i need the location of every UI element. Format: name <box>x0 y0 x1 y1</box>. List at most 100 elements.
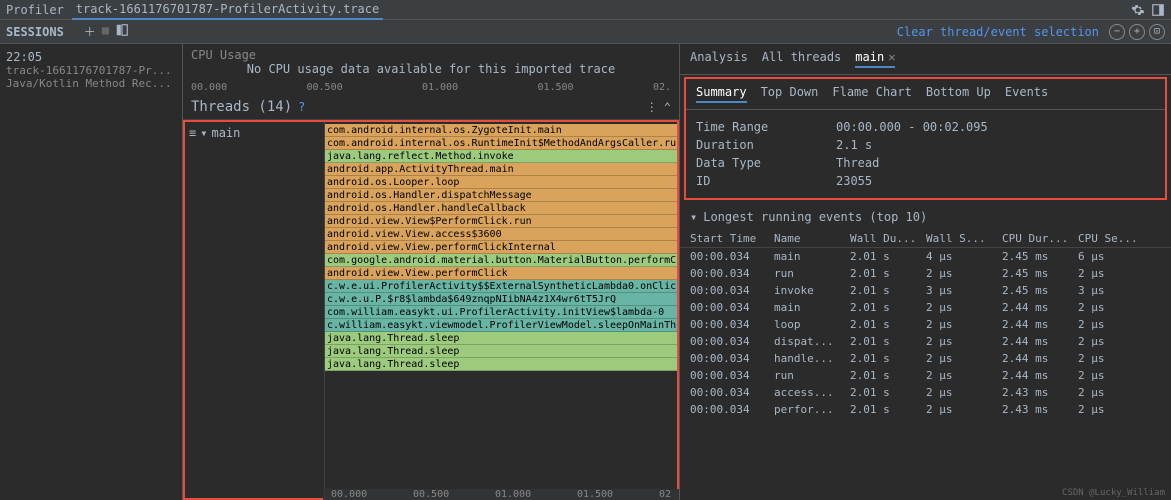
close-icon[interactable]: ✕ <box>888 50 895 64</box>
stack-frame[interactable]: java.lang.Thread.sleep <box>325 332 677 345</box>
stack-frame[interactable]: com.william.easykt.ui.ProfilerActivity.i… <box>325 306 677 319</box>
summary-row: Data TypeThread <box>696 154 1155 172</box>
event-cell: 00:00.034 <box>690 386 770 399</box>
stack-frame[interactable]: android.os.Handler.dispatchMessage <box>325 189 677 202</box>
subtab-top-down[interactable]: Top Down <box>761 85 819 103</box>
events-col-header[interactable]: Name <box>774 232 846 245</box>
summary-key: Time Range <box>696 120 836 134</box>
stack-frame[interactable]: c.w.e.u.P.$r8$lambda$649znqpNIibNA4z1X4w… <box>325 293 677 306</box>
clear-selection-link[interactable]: Clear thread/event selection <box>897 25 1099 39</box>
event-row[interactable]: 00:00.034dispat...2.01 s2 μs2.44 ms2 μs <box>680 333 1171 350</box>
summary-key: ID <box>696 174 836 188</box>
trace-panel: CPU Usage No CPU usage data available fo… <box>183 44 680 500</box>
thread-name-main[interactable]: main <box>211 126 240 140</box>
event-row[interactable]: 00:00.034handle...2.01 s2 μs2.44 ms2 μs <box>680 350 1171 367</box>
stack-frame[interactable]: android.app.ActivityThread.main <box>325 163 677 176</box>
subtab-flame-chart[interactable]: Flame Chart <box>832 85 911 103</box>
ruler-tick: 01.000 <box>495 489 531 500</box>
event-cell: main <box>774 301 846 314</box>
event-cell: 00:00.034 <box>690 284 770 297</box>
event-cell: 00:00.034 <box>690 335 770 348</box>
chevron-down-icon[interactable]: ▾ <box>200 126 207 140</box>
event-row[interactable]: 00:00.034perfor...2.01 s2 μs2.43 ms2 μs <box>680 401 1171 418</box>
ruler-tick: 02 <box>659 489 671 500</box>
event-cell: 2 μs <box>1078 318 1150 331</box>
event-cell: 2.01 s <box>850 369 922 382</box>
event-row[interactable]: 00:00.034main2.01 s2 μs2.44 ms2 μs <box>680 299 1171 316</box>
threads-title: Threads (14) <box>191 99 292 115</box>
more-icon[interactable]: ⋮ <box>646 100 658 114</box>
profiler-label: Profiler <box>6 3 64 17</box>
subtab-summary[interactable]: Summary <box>696 85 747 103</box>
stack-frame[interactable]: android.os.Handler.handleCallback <box>325 202 677 215</box>
zoom-fit-icon[interactable]: ⊡ <box>1149 24 1165 40</box>
stack-frame[interactable]: c.w.e.ui.ProfilerActivity$$ExternalSynth… <box>325 280 677 293</box>
hamburger-icon[interactable]: ≡ <box>189 126 196 140</box>
event-cell: 2.44 ms <box>1002 352 1074 365</box>
cpu-usage-message: No CPU usage data available for this imp… <box>191 62 671 76</box>
summary-value: 00:00.000 - 00:02.095 <box>836 120 988 134</box>
stop-icon[interactable]: ■ <box>102 23 109 40</box>
event-row[interactable]: 00:00.034run2.01 s2 μs2.44 ms2 μs <box>680 367 1171 384</box>
gear-icon[interactable] <box>1131 3 1145 17</box>
zoom-out-icon[interactable]: − <box>1109 24 1125 40</box>
event-cell: main <box>774 250 846 263</box>
event-row[interactable]: 00:00.034main2.01 s4 μs2.45 ms6 μs <box>680 248 1171 265</box>
event-cell: 00:00.034 <box>690 369 770 382</box>
panel-toggle-icon[interactable] <box>1151 3 1165 17</box>
summary-value: Thread <box>836 156 879 170</box>
stack-frame[interactable]: android.view.View.performClickInternal <box>325 241 677 254</box>
events-col-header[interactable]: Start Time <box>690 232 770 245</box>
stack-frame[interactable]: java.lang.Thread.sleep <box>325 345 677 358</box>
event-cell: perfor... <box>774 403 846 416</box>
event-cell: 2.01 s <box>850 386 922 399</box>
add-session-icon[interactable]: ＋ <box>84 23 96 40</box>
stack-frame[interactable]: com.google.android.material.button.Mater… <box>325 254 677 267</box>
trace-tab[interactable]: track-1661176701787-ProfilerActivity.tra… <box>72 0 383 20</box>
stack-frame[interactable]: java.lang.reflect.Method.invoke <box>325 150 677 163</box>
collapse-up-icon[interactable]: ⌃ <box>664 100 671 114</box>
event-row[interactable]: 00:00.034access...2.01 s2 μs2.43 ms2 μs <box>680 384 1171 401</box>
event-cell: 2 μs <box>926 267 998 280</box>
stack-frame[interactable]: android.view.View.performClick <box>325 267 677 280</box>
layout-icon[interactable] <box>115 23 129 37</box>
events-col-header[interactable]: CPU Se... <box>1078 232 1150 245</box>
events-col-header[interactable]: CPU Dur... <box>1002 232 1074 245</box>
stack-frame[interactable]: android.view.View$PerformClick.run <box>325 215 677 228</box>
ruler-tick: 00.000 <box>191 82 227 93</box>
session-time: 22:05 <box>6 50 176 64</box>
subtab-bottom-up[interactable]: Bottom Up <box>926 85 991 103</box>
summary-row: Time Range00:00.000 - 00:02.095 <box>696 118 1155 136</box>
event-row[interactable]: 00:00.034invoke2.01 s3 μs2.45 ms3 μs <box>680 282 1171 299</box>
event-row[interactable]: 00:00.034loop2.01 s2 μs2.44 ms2 μs <box>680 316 1171 333</box>
events-col-header[interactable]: Wall Du... <box>850 232 922 245</box>
events-col-header[interactable]: Wall S... <box>926 232 998 245</box>
event-cell: 4 μs <box>926 250 998 263</box>
stack-frame[interactable]: com.android.internal.os.ZygoteInit.main <box>325 124 677 137</box>
event-cell: 00:00.034 <box>690 403 770 416</box>
subtab-events[interactable]: Events <box>1005 85 1048 103</box>
stack-frame[interactable]: com.android.internal.os.RuntimeInit$Meth… <box>325 137 677 150</box>
event-cell: 2 μs <box>926 352 998 365</box>
flame-chart[interactable]: com.android.internal.os.ZygoteInit.mainc… <box>325 122 677 498</box>
event-cell: 2.44 ms <box>1002 318 1074 331</box>
tab-main[interactable]: main✕ <box>855 50 895 68</box>
collapse-icon[interactable]: ▾ <box>690 210 697 224</box>
top-bar: Profiler track-1661176701787-ProfilerAct… <box>0 0 1171 20</box>
ruler-tick: 00.000 <box>331 489 367 500</box>
stack-frame[interactable]: java.lang.Thread.sleep <box>325 358 677 371</box>
tab-all-threads[interactable]: All threads <box>762 50 841 68</box>
tab-analysis[interactable]: Analysis <box>690 50 748 68</box>
ruler-tick: 01.500 <box>537 82 573 93</box>
ruler-tick: 01.500 <box>577 489 613 500</box>
session-title[interactable]: track-1661176701787-Pr... <box>6 64 176 77</box>
sessions-panel: 22:05 track-1661176701787-Pr... Java/Kot… <box>0 44 183 500</box>
event-row[interactable]: 00:00.034run2.01 s2 μs2.45 ms2 μs <box>680 265 1171 282</box>
stack-frame[interactable]: android.view.View.access$3600 <box>325 228 677 241</box>
zoom-in-icon[interactable]: + <box>1129 24 1145 40</box>
help-icon[interactable]: ? <box>298 100 305 114</box>
stack-frame[interactable]: android.os.Looper.loop <box>325 176 677 189</box>
stack-frame[interactable]: c.william.easykt.viewmodel.ProfilerViewM… <box>325 319 677 332</box>
summary-row: ID23055 <box>696 172 1155 190</box>
summary-highlight: Summary Top Down Flame Chart Bottom Up Event… <box>684 77 1167 200</box>
